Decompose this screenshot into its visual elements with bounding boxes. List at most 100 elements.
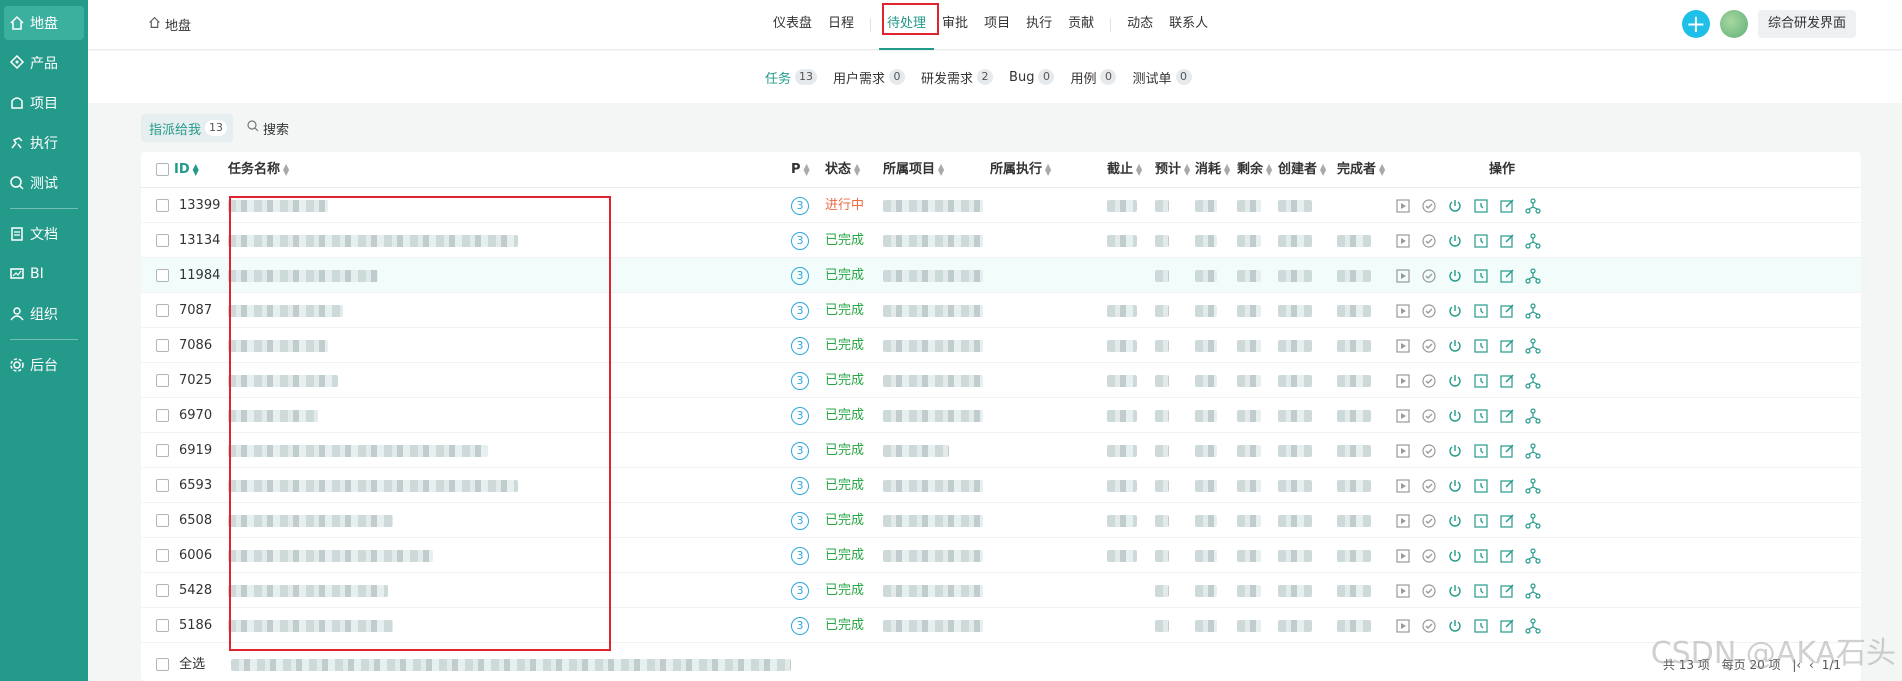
edit-icon[interactable] bbox=[1498, 407, 1515, 424]
play-icon[interactable] bbox=[1394, 617, 1411, 634]
project-redacted[interactable] bbox=[883, 293, 983, 328]
project-redacted[interactable] bbox=[883, 433, 949, 468]
row-checkbox[interactable] bbox=[156, 269, 169, 282]
sidebar-item-5[interactable]: 文档 bbox=[4, 217, 84, 251]
split-icon[interactable] bbox=[1524, 267, 1541, 284]
edit-icon[interactable] bbox=[1498, 197, 1515, 214]
project-redacted[interactable] bbox=[883, 573, 983, 608]
row-checkbox-cell[interactable] bbox=[156, 433, 169, 468]
column-header-project[interactable]: 所属项目 ▲ ▼ bbox=[883, 152, 944, 187]
edit-icon[interactable] bbox=[1498, 442, 1515, 459]
check-icon[interactable] bbox=[1420, 232, 1437, 249]
row-checkbox-cell[interactable] bbox=[156, 188, 169, 223]
edit-icon[interactable] bbox=[1498, 547, 1515, 564]
check-icon[interactable] bbox=[1420, 372, 1437, 389]
row-checkbox[interactable] bbox=[156, 409, 169, 422]
play-icon[interactable] bbox=[1394, 407, 1411, 424]
row-checkbox[interactable] bbox=[156, 479, 169, 492]
check-icon[interactable] bbox=[1420, 547, 1437, 564]
sidebar-item-7[interactable]: 组织 bbox=[4, 297, 84, 331]
split-icon[interactable] bbox=[1524, 617, 1541, 634]
nav-item-7[interactable]: 动态 bbox=[1119, 0, 1161, 50]
subnav-tab-5[interactable]: 测试单 0 bbox=[1132, 68, 1192, 87]
clock-icon[interactable] bbox=[1472, 442, 1489, 459]
create-button[interactable]: + bbox=[1681, 10, 1710, 38]
split-icon[interactable] bbox=[1524, 407, 1541, 424]
edit-icon[interactable] bbox=[1498, 582, 1515, 599]
filter-chip-assigned[interactable]: 指派给我 13 bbox=[141, 114, 234, 142]
check-icon[interactable] bbox=[1420, 617, 1437, 634]
nav-item-8[interactable]: 联系人 bbox=[1161, 0, 1216, 50]
edit-icon[interactable] bbox=[1498, 232, 1515, 249]
row-checkbox-cell[interactable] bbox=[156, 398, 169, 433]
split-icon[interactable] bbox=[1524, 337, 1541, 354]
split-icon[interactable] bbox=[1524, 547, 1541, 564]
clock-icon[interactable] bbox=[1472, 582, 1489, 599]
row-checkbox-cell[interactable] bbox=[156, 363, 169, 398]
project-redacted[interactable] bbox=[883, 398, 983, 433]
nav-item-6[interactable]: 贡献 bbox=[1060, 0, 1102, 50]
row-checkbox-cell[interactable] bbox=[156, 293, 169, 328]
edit-icon[interactable] bbox=[1498, 372, 1515, 389]
edit-icon[interactable] bbox=[1498, 477, 1515, 494]
clock-icon[interactable] bbox=[1472, 337, 1489, 354]
row-checkbox[interactable] bbox=[156, 584, 169, 597]
nav-item-0[interactable]: 仪表盘 bbox=[765, 0, 820, 50]
power-icon[interactable] bbox=[1446, 582, 1463, 599]
power-icon[interactable] bbox=[1446, 477, 1463, 494]
column-header-status[interactable]: 状态 ▲ ▼ bbox=[825, 152, 860, 187]
play-icon[interactable] bbox=[1394, 232, 1411, 249]
breadcrumb[interactable]: 地盘 bbox=[148, 15, 191, 34]
play-icon[interactable] bbox=[1394, 267, 1411, 284]
split-icon[interactable] bbox=[1524, 442, 1541, 459]
switch-view-button[interactable]: 综合研发界面 bbox=[1757, 10, 1856, 38]
clock-icon[interactable] bbox=[1472, 372, 1489, 389]
row-checkbox[interactable] bbox=[156, 514, 169, 527]
play-icon[interactable] bbox=[1394, 547, 1411, 564]
sidebar-item-3[interactable]: 执行 bbox=[4, 126, 84, 160]
power-icon[interactable] bbox=[1446, 512, 1463, 529]
split-icon[interactable] bbox=[1524, 582, 1541, 599]
play-icon[interactable] bbox=[1394, 512, 1411, 529]
column-header-deadline[interactable]: 截止 ▲ ▼ bbox=[1107, 152, 1142, 187]
check-icon[interactable] bbox=[1420, 407, 1437, 424]
check-icon[interactable] bbox=[1420, 477, 1437, 494]
row-checkbox-cell[interactable] bbox=[156, 503, 169, 538]
column-header-left[interactable]: 剩余 ▲ ▼ bbox=[1237, 152, 1272, 187]
nav-item-3[interactable]: 审批 bbox=[934, 0, 976, 50]
split-icon[interactable] bbox=[1524, 477, 1541, 494]
clock-icon[interactable] bbox=[1472, 477, 1489, 494]
sidebar-item-6[interactable]: BI bbox=[4, 257, 84, 291]
project-redacted[interactable] bbox=[883, 188, 983, 223]
subnav-tab-2[interactable]: 研发需求 2 bbox=[921, 68, 994, 87]
edit-icon[interactable] bbox=[1498, 302, 1515, 319]
subnav-tab-4[interactable]: 用例 0 bbox=[1070, 68, 1117, 87]
clock-icon[interactable] bbox=[1472, 407, 1489, 424]
subnav-tab-3[interactable]: Bug 0 bbox=[1009, 69, 1055, 85]
row-checkbox-cell[interactable] bbox=[156, 608, 169, 643]
row-checkbox[interactable] bbox=[156, 549, 169, 562]
play-icon[interactable] bbox=[1394, 477, 1411, 494]
header-checkbox-cell[interactable] bbox=[156, 152, 169, 187]
power-icon[interactable] bbox=[1446, 617, 1463, 634]
project-redacted[interactable] bbox=[883, 608, 983, 643]
play-icon[interactable] bbox=[1394, 337, 1411, 354]
row-checkbox-cell[interactable] bbox=[156, 258, 169, 293]
row-checkbox-cell[interactable] bbox=[156, 223, 169, 258]
split-icon[interactable] bbox=[1524, 372, 1541, 389]
avatar[interactable] bbox=[1719, 10, 1748, 38]
header-checkbox[interactable] bbox=[156, 163, 169, 176]
select-all-checkbox[interactable] bbox=[156, 658, 169, 671]
power-icon[interactable] bbox=[1446, 232, 1463, 249]
nav-item-5[interactable]: 执行 bbox=[1018, 0, 1060, 50]
edit-icon[interactable] bbox=[1498, 617, 1515, 634]
row-checkbox[interactable] bbox=[156, 444, 169, 457]
clock-icon[interactable] bbox=[1472, 302, 1489, 319]
clock-icon[interactable] bbox=[1472, 232, 1489, 249]
sidebar-item-8[interactable]: 后台 bbox=[4, 348, 84, 382]
play-icon[interactable] bbox=[1394, 442, 1411, 459]
clock-icon[interactable] bbox=[1472, 197, 1489, 214]
check-icon[interactable] bbox=[1420, 302, 1437, 319]
split-icon[interactable] bbox=[1524, 302, 1541, 319]
power-icon[interactable] bbox=[1446, 302, 1463, 319]
